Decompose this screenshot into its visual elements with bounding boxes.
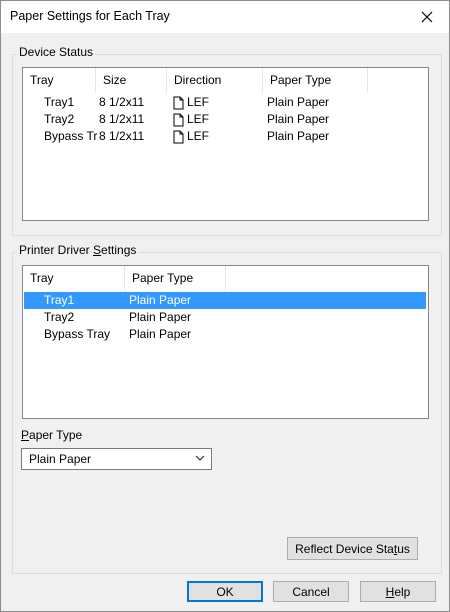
help-label-rest: elp xyxy=(394,585,411,599)
tray-cell: Tray2 xyxy=(44,310,75,324)
title-bar: Paper Settings for Each Tray xyxy=(1,1,449,33)
dialog-window: Paper Settings for Each Tray Device Stat… xyxy=(0,0,450,612)
size-cell: 8 1/2x11 xyxy=(99,112,145,126)
tray-cell: Tray1 xyxy=(44,293,75,307)
list-item[interactable]: Tray1 8 1/2x11 LEF Plain Paper xyxy=(24,94,426,111)
paper-type-select[interactable]: Plain Paper xyxy=(21,448,212,470)
help-button[interactable]: Help xyxy=(360,581,436,602)
col-tray[interactable]: Tray xyxy=(23,68,96,93)
col-tray[interactable]: Tray xyxy=(23,266,125,291)
paper-type-label-rest: aper Type xyxy=(29,428,83,442)
close-button[interactable] xyxy=(405,1,449,33)
driver-settings-label-suffix: ettings xyxy=(101,243,137,257)
paper-type-cell: Plain Paper xyxy=(129,327,192,341)
ok-button[interactable]: OK xyxy=(187,581,263,602)
paper-type-value: Plain Paper xyxy=(29,452,92,466)
cancel-label: Cancel xyxy=(292,585,330,599)
device-status-list[interactable]: Tray Size Direction Paper Type Tray1 8 1… xyxy=(22,67,429,221)
device-status-label: Device Status xyxy=(17,45,96,59)
direction-label: LEF xyxy=(187,129,210,143)
paper-lef-icon xyxy=(173,130,184,144)
reflect-label-prefix: Reflect Device Sta xyxy=(295,542,394,556)
paper-type-cell: Plain Paper xyxy=(267,112,330,126)
paper-type-cell: Plain Paper xyxy=(267,129,330,143)
chevron-down-icon xyxy=(195,455,205,461)
driver-settings-header: Tray Paper Type xyxy=(23,266,226,291)
direction-cell: LEF xyxy=(173,111,209,128)
list-item-selected[interactable]: Tray1 Plain Paper xyxy=(24,292,426,309)
paper-lef-icon xyxy=(173,113,184,127)
driver-settings-label-accel: S xyxy=(93,243,102,257)
tray-cell: Bypass Tra xyxy=(44,129,98,143)
close-icon xyxy=(421,11,433,23)
driver-settings-label-prefix: Printer Driver xyxy=(19,243,94,257)
direction-cell: LEF xyxy=(173,128,209,145)
size-cell: 8 1/2x11 xyxy=(99,129,145,143)
device-status-header: Tray Size Direction Paper Type xyxy=(23,68,368,93)
size-cell: 8 1/2x11 xyxy=(99,95,145,109)
driver-settings-label: Printer Driver Settings xyxy=(17,243,139,257)
paper-type-label-accel: P xyxy=(21,428,30,442)
list-item[interactable]: Tray2 8 1/2x11 LEF Plain Paper xyxy=(24,111,426,128)
col-paper-type[interactable]: Paper Type xyxy=(263,68,368,93)
cancel-button[interactable]: Cancel xyxy=(273,581,349,602)
col-size[interactable]: Size xyxy=(96,68,167,93)
direction-label: LEF xyxy=(187,112,210,126)
reflect-device-status-button[interactable]: Reflect Device Status xyxy=(287,537,418,560)
paper-type-cell: Plain Paper xyxy=(129,310,192,324)
paper-type-cell: Plain Paper xyxy=(267,95,330,109)
window-title: Paper Settings for Each Tray xyxy=(10,9,170,23)
reflect-label-suffix: us xyxy=(397,542,410,556)
list-item[interactable]: Tray2 Plain Paper xyxy=(24,309,426,326)
paper-type-label: Paper Type xyxy=(21,428,82,442)
list-item[interactable]: Bypass Tray Plain Paper xyxy=(24,326,426,343)
tray-cell: Tray2 xyxy=(44,112,75,126)
paper-lef-icon xyxy=(173,96,184,110)
ok-label: OK xyxy=(216,585,234,599)
direction-label: LEF xyxy=(187,95,210,109)
paper-type-cell: Plain Paper xyxy=(129,293,192,307)
col-paper-type[interactable]: Paper Type xyxy=(125,266,226,291)
direction-cell: LEF xyxy=(173,94,209,111)
list-item[interactable]: Bypass Tra 8 1/2x11 LEF Plain Paper xyxy=(24,128,426,145)
driver-settings-list[interactable]: Tray Paper Type Tray1 Plain Paper Tray2 … xyxy=(22,265,429,419)
col-direction[interactable]: Direction xyxy=(167,68,263,93)
tray-cell: Bypass Tray xyxy=(44,327,111,341)
tray-cell: Tray1 xyxy=(44,95,75,109)
